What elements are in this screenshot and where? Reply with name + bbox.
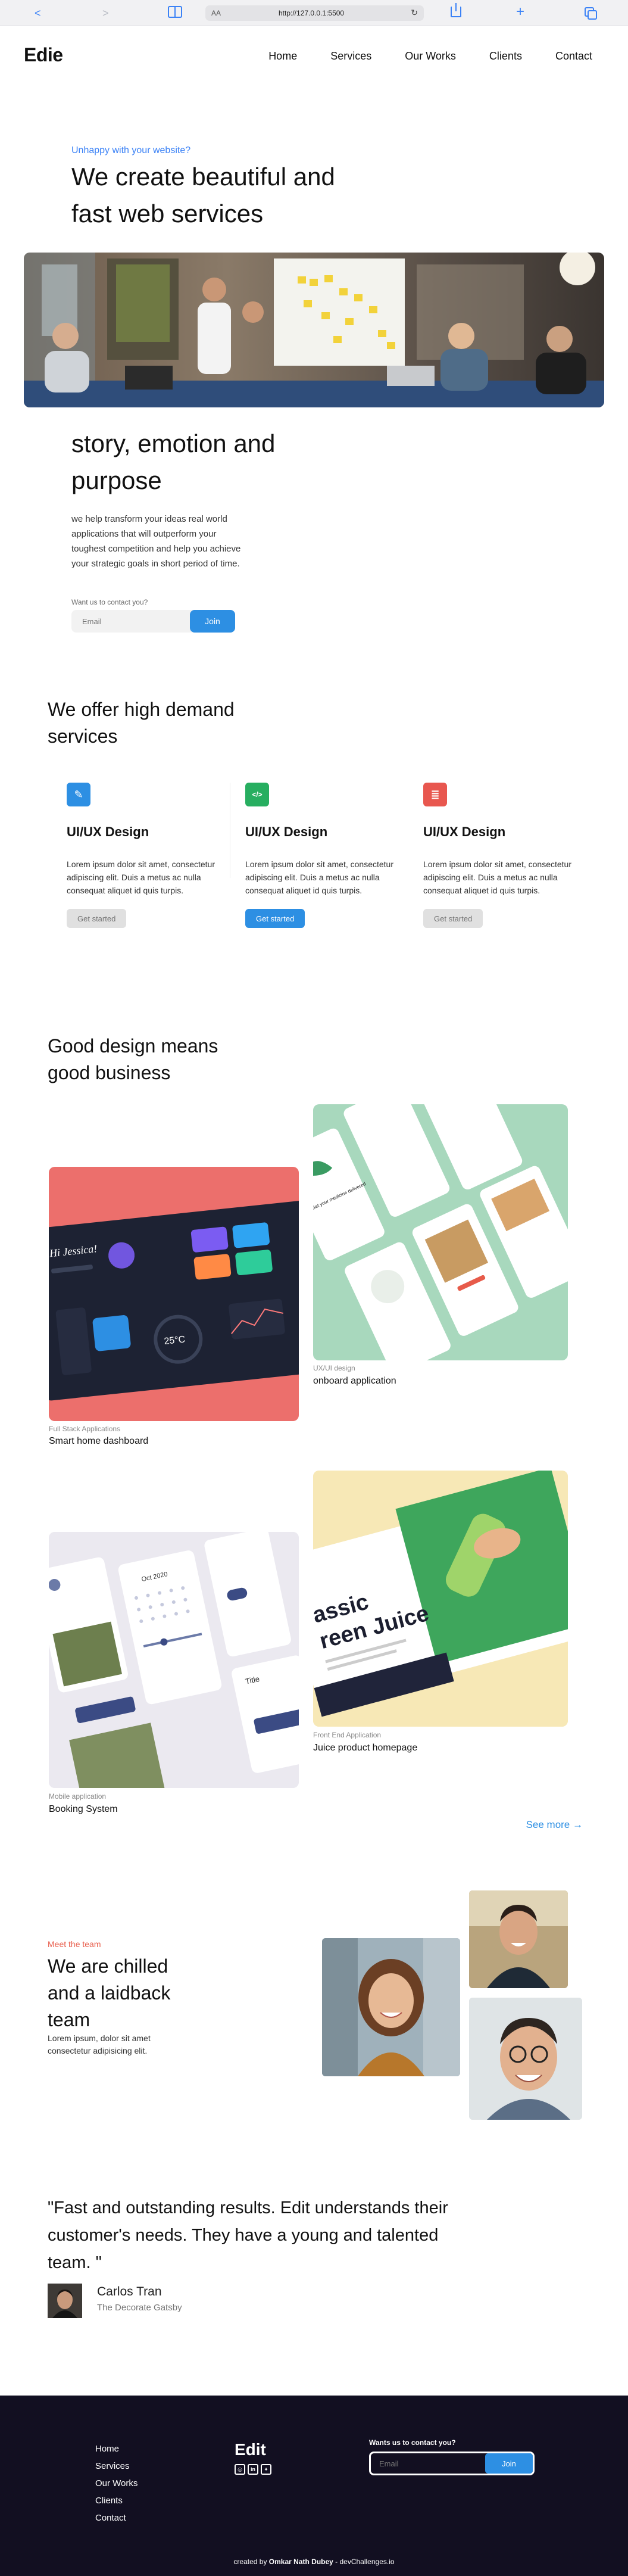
- story-text: we help transform your ideas real world …: [71, 514, 241, 569]
- linkedin-icon[interactable]: in: [248, 2464, 258, 2475]
- nav-home[interactable]: Home: [268, 50, 297, 63]
- footer-links: Home Services Our Works Clients Contact: [95, 2440, 138, 2527]
- footer-contact-label: Wants us to contact you?: [369, 2438, 456, 2447]
- browser-toolbar: < > AA http://127.0.0.1:5500 ↻ +: [0, 0, 628, 26]
- service-card: ≣ UI/UX Design Lorem ipsum dolor sit ame…: [423, 783, 572, 928]
- site-header: Edie Home Services Our Works Clients Con…: [0, 26, 628, 86]
- contact-label: Want us to contact you?: [71, 598, 148, 606]
- credit-author[interactable]: Omkar Nath Dubey: [269, 2558, 333, 2566]
- testimonial-quote: "Fast and outstanding results. Edit unde…: [48, 2198, 448, 2272]
- team-eyebrow: Meet the team: [48, 1939, 101, 1949]
- forward-icon[interactable]: >: [102, 6, 109, 20]
- text-size-button[interactable]: AA: [211, 9, 221, 17]
- service-title: UI/UX Design: [245, 824, 328, 839]
- nav-our-works[interactable]: Our Works: [405, 50, 456, 63]
- work-category: Full Stack Applications: [49, 1425, 121, 1433]
- footer-subscribe-form: Join: [369, 2452, 535, 2475]
- credit-prefix: created by: [233, 2558, 269, 2566]
- credit-suffix: - devChallenges.io: [333, 2558, 395, 2566]
- work-category: Mobile application: [49, 1792, 107, 1801]
- back-icon[interactable]: <: [35, 6, 41, 20]
- footer-social: ◎ in ✦: [235, 2464, 271, 2475]
- footer-brand: Edit: [235, 2440, 266, 2459]
- team-photo-woman: [322, 1938, 460, 2076]
- code-icon: </>: [245, 783, 269, 806]
- team-title: We are chilled and a laidback team: [48, 1955, 171, 2030]
- get-started-button[interactable]: Get started: [67, 909, 127, 928]
- database-icon: ≣: [423, 783, 447, 806]
- pen-icon: ✎: [67, 783, 90, 806]
- work-image-booking[interactable]: Oct 2020 Title: [49, 1532, 299, 1788]
- new-tab-icon[interactable]: +: [516, 4, 524, 20]
- service-title: UI/UX Design: [423, 824, 506, 839]
- footer-credit: created by Omkar Nath Dubey - devChallen…: [0, 2558, 628, 2566]
- work-name[interactable]: Juice product homepage: [313, 1743, 417, 1753]
- footer-link-home[interactable]: Home: [95, 2440, 138, 2457]
- service-text: Lorem ipsum dolor sit amet, consectetur …: [245, 859, 393, 895]
- team-text: Lorem ipsum, dolor sit amet consectetur …: [48, 2033, 151, 2055]
- service-text: Lorem ipsum dolor sit amet, consectetur …: [423, 859, 571, 895]
- site-footer: Home Services Our Works Clients Contact …: [0, 2396, 628, 2576]
- testimonial-role: The Decorate Gatsby: [97, 2303, 182, 2313]
- works-title: Good design means good business: [48, 1035, 218, 1083]
- twitter-icon[interactable]: ✦: [261, 2464, 271, 2475]
- work-image-onboard[interactable]: Get your medicine delivered: [313, 1104, 568, 1360]
- get-started-button[interactable]: Get started: [423, 909, 483, 928]
- tabs-overview-icon[interactable]: [585, 7, 597, 20]
- hero-title: We create beautiful and fast web service…: [71, 163, 335, 228]
- footer-link-our-works[interactable]: Our Works: [95, 2475, 138, 2492]
- get-started-button[interactable]: Get started: [245, 909, 305, 928]
- instagram-icon[interactable]: ◎: [235, 2464, 245, 2475]
- site-logo[interactable]: Edie: [24, 44, 63, 66]
- service-title: UI/UX Design: [67, 824, 149, 839]
- footer-link-contact[interactable]: Contact: [95, 2509, 138, 2527]
- team-photo-man-2: [469, 1998, 582, 2120]
- work-category: UX/UI design: [313, 1364, 355, 1372]
- reload-icon[interactable]: ↻: [411, 8, 418, 18]
- work-name[interactable]: Smart home dashboard: [49, 1436, 148, 1447]
- nav-services[interactable]: Services: [330, 50, 371, 63]
- team-photo-man-1: [469, 1890, 568, 1988]
- service-text: Lorem ipsum dolor sit amet, consectetur …: [67, 859, 215, 895]
- service-card: </> UI/UX Design Lorem ipsum dolor sit a…: [230, 783, 394, 928]
- hero-subscribe-form: Join: [71, 610, 235, 633]
- services-title: We offer high demand services: [48, 699, 235, 747]
- hero-join-button[interactable]: Join: [190, 610, 235, 633]
- hero-eyebrow: Unhappy with your website?: [71, 145, 191, 155]
- share-icon[interactable]: [451, 3, 461, 17]
- hero-email-input[interactable]: [71, 610, 188, 633]
- main-nav: Home Services Our Works Clients Contact: [268, 50, 592, 63]
- testimonial-name: Carlos Tran: [97, 2285, 162, 2298]
- nav-contact[interactable]: Contact: [555, 50, 592, 63]
- nav-clients[interactable]: Clients: [489, 50, 522, 63]
- work-name[interactable]: onboard application: [313, 1376, 396, 1387]
- footer-join-button[interactable]: Join: [485, 2453, 533, 2474]
- address-bar[interactable]: AA http://127.0.0.1:5500 ↻: [205, 5, 424, 21]
- work-name[interactable]: Booking System: [49, 1804, 118, 1815]
- service-card: ✎ UI/UX Design Lorem ipsum dolor sit ame…: [67, 783, 215, 928]
- story-title: story, emotion and purpose: [71, 429, 276, 494]
- footer-link-services[interactable]: Services: [95, 2457, 138, 2475]
- url-text: http://127.0.0.1:5500: [279, 9, 345, 17]
- work-image-juice[interactable]: assic reen Juice: [313, 1471, 568, 1727]
- hero-team-photo: [24, 253, 604, 407]
- footer-email-input[interactable]: [371, 2453, 484, 2474]
- see-more-link[interactable]: See more →: [526, 1819, 583, 1831]
- testimonial-avatar: [48, 2284, 82, 2318]
- footer-link-clients[interactable]: Clients: [95, 2492, 138, 2509]
- sidebar-icon[interactable]: [168, 6, 182, 18]
- work-image-dashboard[interactable]: Hi Jessica! 25°C: [49, 1167, 299, 1421]
- page: Edie Home Services Our Works Clients Con…: [0, 26, 628, 2576]
- work-category: Front End Application: [313, 1731, 382, 1739]
